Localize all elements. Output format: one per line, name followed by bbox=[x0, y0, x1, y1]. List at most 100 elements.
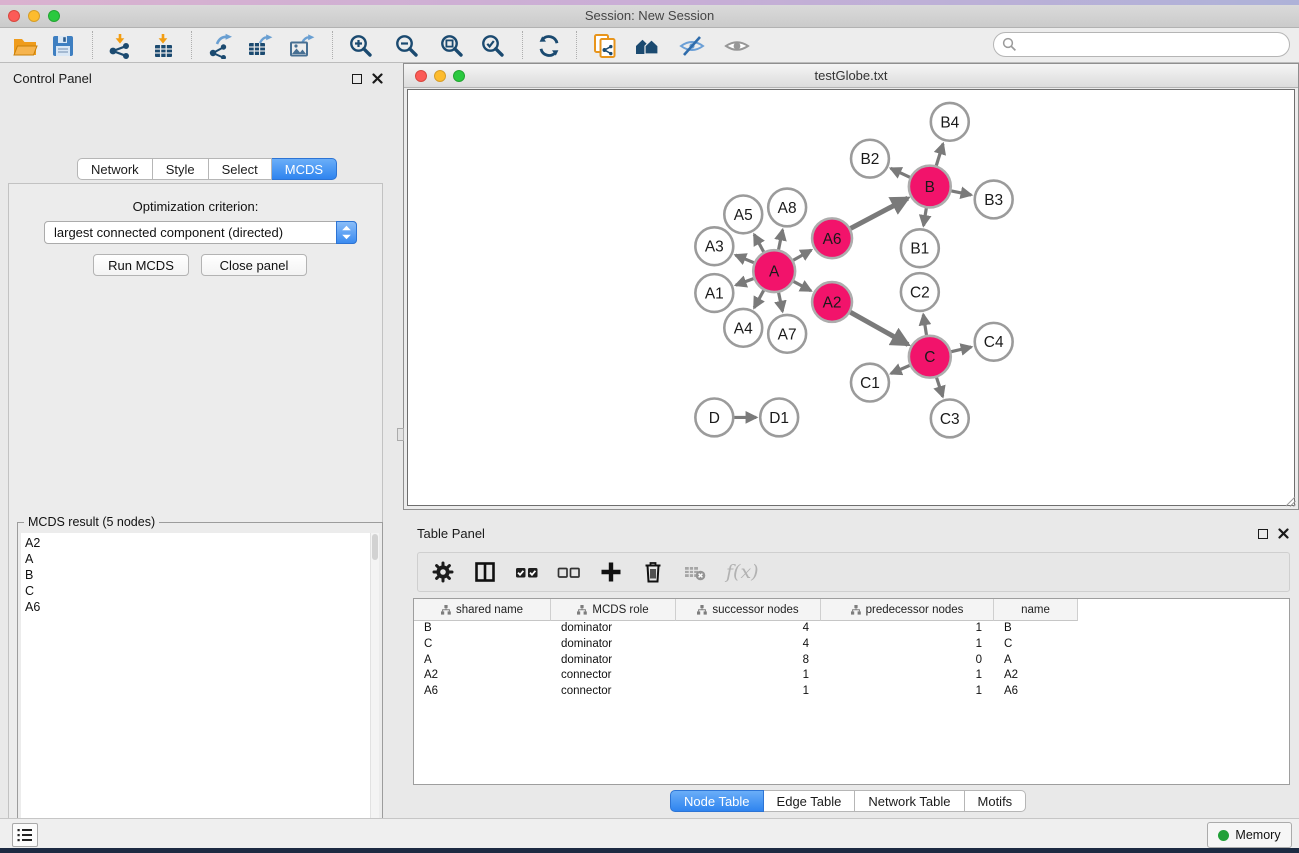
table-cell[interactable]: 1 bbox=[821, 621, 994, 637]
mcds-result-item[interactable]: C bbox=[21, 583, 379, 599]
table-cell[interactable]: 1 bbox=[676, 668, 821, 684]
graph-node-B3[interactable]: B3 bbox=[975, 181, 1013, 219]
export-table-button[interactable] bbox=[243, 30, 277, 61]
add-column-button[interactable] bbox=[598, 558, 626, 586]
network-window-titlebar[interactable]: testGlobe.txt bbox=[404, 64, 1298, 88]
zoom-out-button[interactable] bbox=[390, 30, 424, 61]
table-cell[interactable]: A6 bbox=[414, 684, 551, 700]
table-cell[interactable]: 1 bbox=[821, 668, 994, 684]
column-header-mcds-role[interactable]: MCDS role bbox=[551, 599, 676, 621]
table-cell[interactable]: 8 bbox=[676, 653, 821, 669]
table-cell[interactable]: dominator bbox=[551, 621, 676, 637]
table-row[interactable]: A2connector11A2 bbox=[414, 668, 1289, 684]
table-tab-edge-table[interactable]: Edge Table bbox=[764, 790, 856, 812]
table-cell[interactable]: 4 bbox=[676, 621, 821, 637]
graph-node-B1[interactable]: B1 bbox=[901, 229, 939, 267]
table-cell[interactable]: connector bbox=[551, 684, 676, 700]
import-table-button[interactable] bbox=[146, 30, 180, 61]
zoom-in-button[interactable] bbox=[344, 30, 378, 61]
table-row[interactable]: Adominator80A bbox=[414, 653, 1289, 669]
export-network-button[interactable] bbox=[203, 30, 237, 61]
mcds-result-item[interactable]: A6 bbox=[21, 599, 379, 615]
search-input[interactable] bbox=[993, 32, 1290, 57]
zoom-fit-button[interactable] bbox=[435, 30, 469, 61]
mcds-result-item[interactable]: A bbox=[21, 551, 379, 567]
close-panel-icon[interactable] bbox=[372, 73, 383, 84]
graph-node-B2[interactable]: B2 bbox=[851, 140, 889, 178]
graph-node-C4[interactable]: C4 bbox=[975, 323, 1013, 361]
splitter-handle[interactable] bbox=[397, 428, 404, 441]
save-session-button[interactable] bbox=[46, 30, 80, 61]
table-tab-motifs[interactable]: Motifs bbox=[965, 790, 1027, 812]
column-header-name[interactable]: name bbox=[994, 599, 1078, 621]
criterion-dropdown[interactable]: largest connected component (directed) bbox=[44, 221, 357, 244]
delete-column-button[interactable] bbox=[640, 558, 668, 586]
column-header-shared-name[interactable]: shared name bbox=[414, 599, 551, 621]
table-cell[interactable]: C bbox=[414, 637, 551, 653]
graph-node-A7[interactable]: A7 bbox=[768, 315, 806, 353]
mcds-result-item[interactable]: A2 bbox=[21, 535, 379, 551]
export-image-button[interactable] bbox=[285, 30, 319, 61]
close-table-panel-icon[interactable] bbox=[1278, 528, 1289, 539]
table-cell[interactable]: 1 bbox=[821, 684, 994, 700]
graph-node-A1[interactable]: A1 bbox=[695, 274, 733, 312]
table-cell[interactable]: dominator bbox=[551, 653, 676, 669]
tab-select[interactable]: Select bbox=[209, 158, 272, 180]
table-cell[interactable]: B bbox=[414, 621, 551, 637]
graph-node-A2[interactable]: A2 bbox=[812, 282, 852, 322]
table-cell[interactable]: 0 bbox=[821, 653, 994, 669]
table-row[interactable]: A6connector11A6 bbox=[414, 684, 1289, 700]
result-list-scrollbar[interactable] bbox=[370, 533, 379, 853]
table-cell[interactable]: 1 bbox=[821, 637, 994, 653]
graph-node-A[interactable]: A bbox=[753, 250, 795, 292]
float-panel-icon[interactable] bbox=[352, 74, 362, 84]
table-cell[interactable]: A bbox=[414, 653, 551, 669]
table-cell[interactable]: B bbox=[994, 621, 1078, 637]
memory-button[interactable]: Memory bbox=[1207, 822, 1292, 848]
graph-node-A8[interactable]: A8 bbox=[768, 189, 806, 227]
zoom-selected-button[interactable] bbox=[476, 30, 510, 61]
table-cell[interactable]: 4 bbox=[676, 637, 821, 653]
home-button[interactable] bbox=[630, 30, 664, 61]
graph-node-C2[interactable]: C2 bbox=[901, 273, 939, 311]
graph-node-C1[interactable]: C1 bbox=[851, 364, 889, 402]
mcds-result-item[interactable]: B bbox=[21, 567, 379, 583]
deselect-all-button[interactable] bbox=[556, 558, 584, 586]
show-panels-button[interactable] bbox=[720, 30, 754, 61]
graph-node-A4[interactable]: A4 bbox=[724, 309, 762, 347]
graph-node-B4[interactable]: B4 bbox=[931, 103, 969, 141]
table-cell[interactable]: 1 bbox=[676, 684, 821, 700]
table-cell[interactable]: A2 bbox=[994, 668, 1078, 684]
table-cell[interactable]: connector bbox=[551, 668, 676, 684]
task-history-button[interactable] bbox=[12, 823, 38, 847]
select-all-button[interactable] bbox=[514, 558, 542, 586]
table-row[interactable]: Cdominator41C bbox=[414, 637, 1289, 653]
network-canvas[interactable]: A A1 A2 A3 A4 A5 A6 A7 A8 B B1 B2 B3 B4 C C1 C2 C3 C4 D D1 bbox=[407, 89, 1295, 506]
column-header-predecessor-nodes[interactable]: predecessor nodes bbox=[821, 599, 994, 621]
table-cell[interactable]: C bbox=[994, 637, 1078, 653]
resize-grip-icon[interactable] bbox=[1284, 495, 1297, 508]
table-options-button[interactable] bbox=[430, 558, 458, 586]
table-tab-node-table[interactable]: Node Table bbox=[670, 790, 764, 812]
graph-node-D[interactable]: D bbox=[695, 399, 733, 437]
graph-node-A6[interactable]: A6 bbox=[812, 218, 852, 258]
graph-node-A3[interactable]: A3 bbox=[695, 227, 733, 265]
open-session-button[interactable] bbox=[8, 30, 42, 61]
float-table-panel-icon[interactable] bbox=[1258, 529, 1268, 539]
table-cell[interactable]: dominator bbox=[551, 637, 676, 653]
graph-node-D1[interactable]: D1 bbox=[760, 399, 798, 437]
import-network-button[interactable] bbox=[103, 30, 137, 61]
column-header-successor-nodes[interactable]: successor nodes bbox=[676, 599, 821, 621]
tab-style[interactable]: Style bbox=[153, 158, 209, 180]
tab-mcds[interactable]: MCDS bbox=[272, 158, 337, 180]
table-cell[interactable]: A2 bbox=[414, 668, 551, 684]
graph-node-B[interactable]: B bbox=[909, 166, 951, 208]
run-mcds-button[interactable]: Run MCDS bbox=[93, 254, 189, 276]
graph-node-C3[interactable]: C3 bbox=[931, 400, 969, 438]
table-tab-network-table[interactable]: Network Table bbox=[855, 790, 964, 812]
apply-layout-button[interactable] bbox=[532, 30, 566, 61]
graph-node-A5[interactable]: A5 bbox=[724, 195, 762, 233]
clone-network-button[interactable] bbox=[588, 30, 622, 61]
show-column-button[interactable] bbox=[472, 558, 500, 586]
graph-node-C[interactable]: C bbox=[909, 336, 951, 378]
